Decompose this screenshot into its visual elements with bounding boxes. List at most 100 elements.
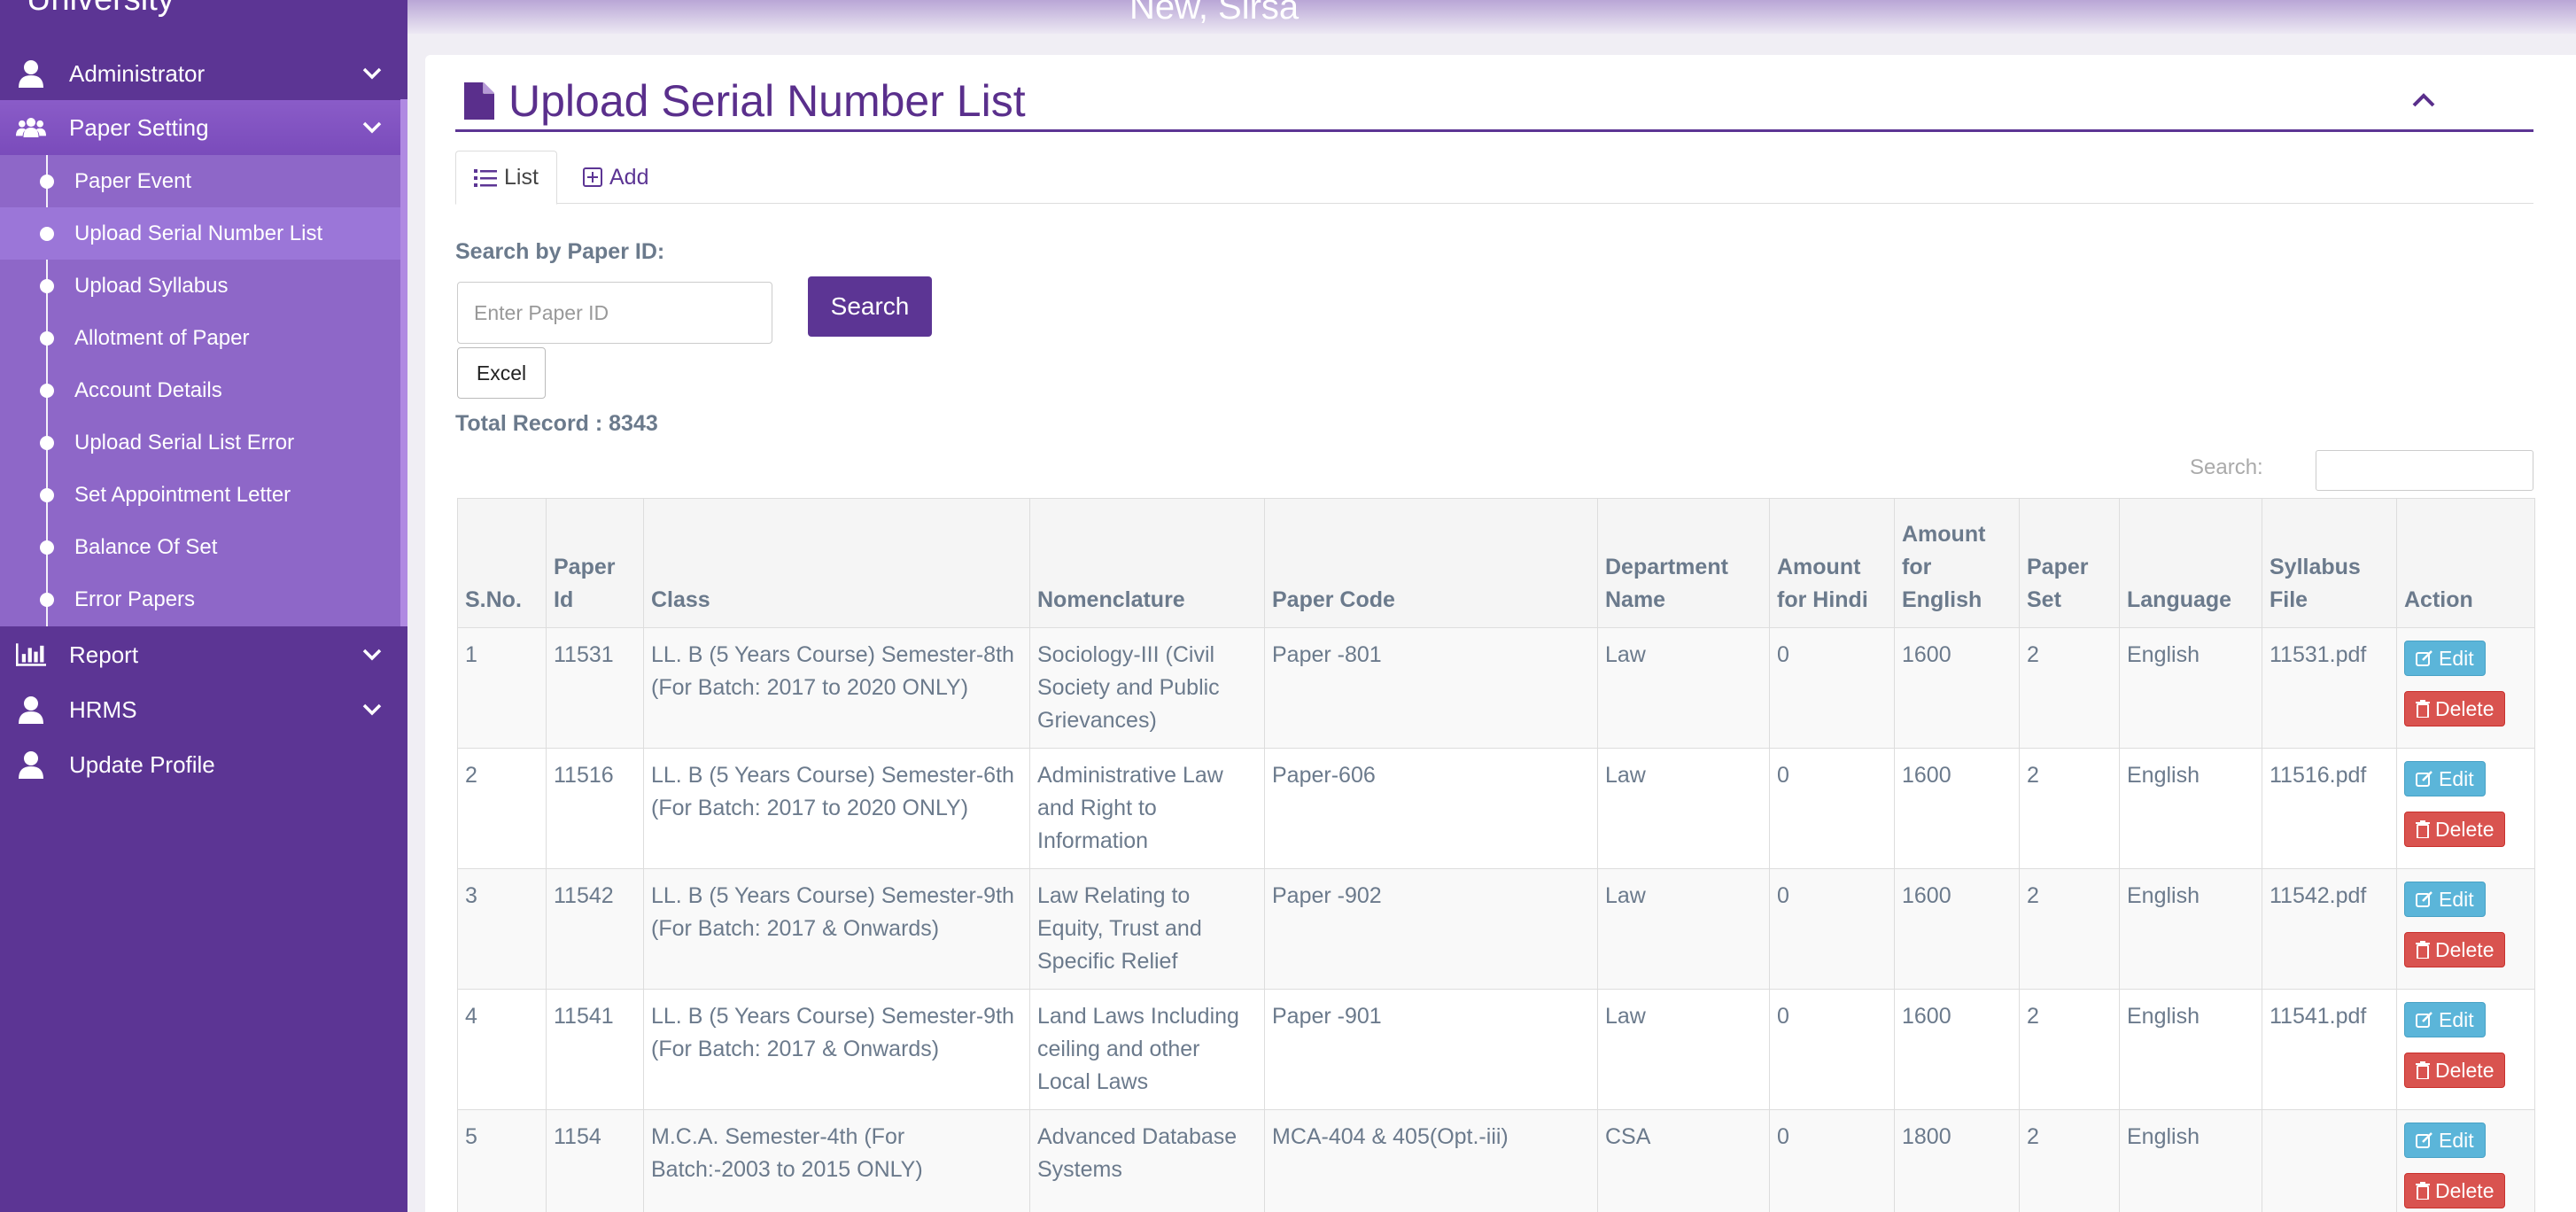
submenu-item-paper-event[interactable]: Paper Event xyxy=(0,155,400,207)
cell-language: English xyxy=(2119,1109,2262,1212)
cell-syllabus-file[interactable] xyxy=(2262,1109,2397,1212)
edit-label: Edit xyxy=(2439,1007,2474,1031)
edit-button[interactable]: Edit xyxy=(2404,1123,2486,1158)
column-header[interactable]: Amount for Hindi xyxy=(1769,498,1895,628)
tab-list[interactable]: List xyxy=(455,151,557,205)
cell-language: English xyxy=(2119,989,2262,1110)
column-header[interactable]: Amount for English xyxy=(1894,498,2020,628)
bullet-icon xyxy=(40,540,54,555)
cell-paper-set: 2 xyxy=(2019,627,2120,749)
sidebar-item-hrms[interactable]: HRMS xyxy=(0,682,407,737)
cell-syllabus-file[interactable]: 11516.pdf xyxy=(2262,748,2397,869)
delete-label: Delete xyxy=(2435,696,2495,720)
cell-nomenclature: Advanced Database Systems xyxy=(1029,1109,1265,1212)
main-panel: Upload Serial Number List List Add Searc… xyxy=(425,55,2576,1212)
delete-button[interactable]: Delete xyxy=(2404,812,2506,847)
sidebar-item-update-profile[interactable]: Update Profile xyxy=(0,737,407,792)
tab-add[interactable]: Add xyxy=(565,151,666,204)
cell-paper-code: Paper -801 xyxy=(1264,627,1598,749)
column-header[interactable]: Department Name xyxy=(1597,498,1770,628)
edit-icon xyxy=(2416,890,2433,908)
cell-amount-english: 1600 xyxy=(1894,748,2020,869)
sidebar-item-paper-setting[interactable]: Paper Setting xyxy=(0,100,407,155)
sidebar-item-label: Paper Setting xyxy=(69,113,209,141)
cell-department: Law xyxy=(1597,989,1770,1110)
chevron-down-icon xyxy=(354,649,390,661)
submenu-item-upload-serial-number-list[interactable]: Upload Serial Number List xyxy=(0,207,400,260)
collapse-button[interactable] xyxy=(2397,78,2450,122)
edit-button[interactable]: Edit xyxy=(2404,1002,2486,1037)
edit-button[interactable]: Edit xyxy=(2404,761,2486,796)
cell-language: English xyxy=(2119,627,2262,749)
cell-paper-code: Paper -901 xyxy=(1264,989,1598,1110)
delete-button[interactable]: Delete xyxy=(2404,932,2506,967)
column-header[interactable]: Paper Set xyxy=(2019,498,2120,628)
user-icon xyxy=(16,750,46,780)
cell-nomenclature: Administrative Law and Right to Informat… xyxy=(1029,748,1265,869)
sidebar-item-report[interactable]: Report xyxy=(0,627,407,682)
cell-class: M.C.A. Semester-4th (For Batch:-2003 to … xyxy=(643,1109,1030,1212)
cell-paper-set: 2 xyxy=(2019,748,2120,869)
bullet-icon xyxy=(40,435,54,450)
sidebar-item-label: Update Profile xyxy=(69,750,215,778)
table-search-input[interactable] xyxy=(2316,450,2533,491)
sidebar: University Administrator Paper Setting P… xyxy=(0,0,407,1212)
table-row: 2 11516 LL. B (5 Years Course) Semester-… xyxy=(457,748,2535,869)
cell-amount-english: 1600 xyxy=(1894,627,2020,749)
submenu-label: Account Details xyxy=(74,377,222,402)
delete-button[interactable]: Delete xyxy=(2404,691,2506,726)
edit-label: Edit xyxy=(2439,646,2474,670)
submenu-item-error-papers[interactable]: Error Papers xyxy=(0,573,400,625)
delete-button[interactable]: Delete xyxy=(2404,1173,2506,1208)
column-header[interactable]: Paper Code xyxy=(1264,498,1598,628)
column-header[interactable]: Class xyxy=(643,498,1030,628)
cell-action: Edit Delete xyxy=(2396,627,2535,749)
user-icon xyxy=(16,58,46,89)
cell-amount-hindi: 0 xyxy=(1769,627,1895,749)
column-header[interactable]: Nomenclature xyxy=(1029,498,1265,628)
edit-button[interactable]: Edit xyxy=(2404,882,2486,917)
bullet-icon xyxy=(40,383,54,398)
submenu-item-account-details[interactable]: Account Details xyxy=(0,364,400,416)
cell-sno: 3 xyxy=(457,868,547,990)
paper-id-input[interactable] xyxy=(457,282,772,344)
cell-nomenclature: Law Relating to Equity, Trust and Specif… xyxy=(1029,868,1265,990)
submenu-label: Set Appointment Letter xyxy=(74,482,291,507)
edit-button[interactable]: Edit xyxy=(2404,641,2486,676)
column-header[interactable]: Action xyxy=(2396,498,2535,628)
bullet-icon xyxy=(40,487,54,502)
cell-department: CSA xyxy=(1597,1109,1770,1212)
chevron-up-icon xyxy=(2412,93,2435,107)
delete-button[interactable]: Delete xyxy=(2404,1053,2506,1088)
submenu-item-allotment-of-paper[interactable]: Allotment of Paper xyxy=(0,312,400,364)
column-header[interactable]: Syllabus File xyxy=(2262,498,2397,628)
bullet-icon xyxy=(40,330,54,346)
cell-syllabus-file[interactable]: 11542.pdf xyxy=(2262,868,2397,990)
cell-paper-set: 2 xyxy=(2019,1109,2120,1212)
bullet-icon xyxy=(40,174,54,189)
submenu-item-set-appointment-letter[interactable]: Set Appointment Letter xyxy=(0,469,400,521)
submenu-item-upload-syllabus[interactable]: Upload Syllabus xyxy=(0,260,400,312)
cell-syllabus-file[interactable]: 11541.pdf xyxy=(2262,989,2397,1110)
trash-icon xyxy=(2416,700,2430,718)
cell-class: LL. B (5 Years Course) Semester-6th (For… xyxy=(643,748,1030,869)
sidebar-item-administrator[interactable]: Administrator xyxy=(0,46,407,101)
submenu-item-upload-serial-list-error[interactable]: Upload Serial List Error xyxy=(0,416,400,469)
column-header[interactable]: S.No. xyxy=(457,498,547,628)
excel-button[interactable]: Excel xyxy=(457,347,546,399)
plus-square-icon xyxy=(583,167,602,187)
cell-syllabus-file[interactable]: 11531.pdf xyxy=(2262,627,2397,749)
submenu-label: Upload Serial List Error xyxy=(74,430,295,454)
cell-sno: 4 xyxy=(457,989,547,1110)
search-button[interactable]: Search xyxy=(808,276,932,337)
bullet-icon xyxy=(40,226,54,241)
column-header[interactable]: Paper Id xyxy=(546,498,644,628)
submenu-item-balance-of-set[interactable]: Balance Of Set xyxy=(0,521,400,573)
delete-label: Delete xyxy=(2435,817,2495,841)
cell-class: LL. B (5 Years Course) Semester-8th (For… xyxy=(643,627,1030,749)
cell-paper-id: 11541 xyxy=(546,989,644,1110)
cell-department: Law xyxy=(1597,627,1770,749)
cell-action: Edit Delete xyxy=(2396,748,2535,869)
serial-number-table: S.No. Paper Id Class Nomenclature Paper … xyxy=(457,498,2535,1212)
column-header[interactable]: Language xyxy=(2119,498,2262,628)
